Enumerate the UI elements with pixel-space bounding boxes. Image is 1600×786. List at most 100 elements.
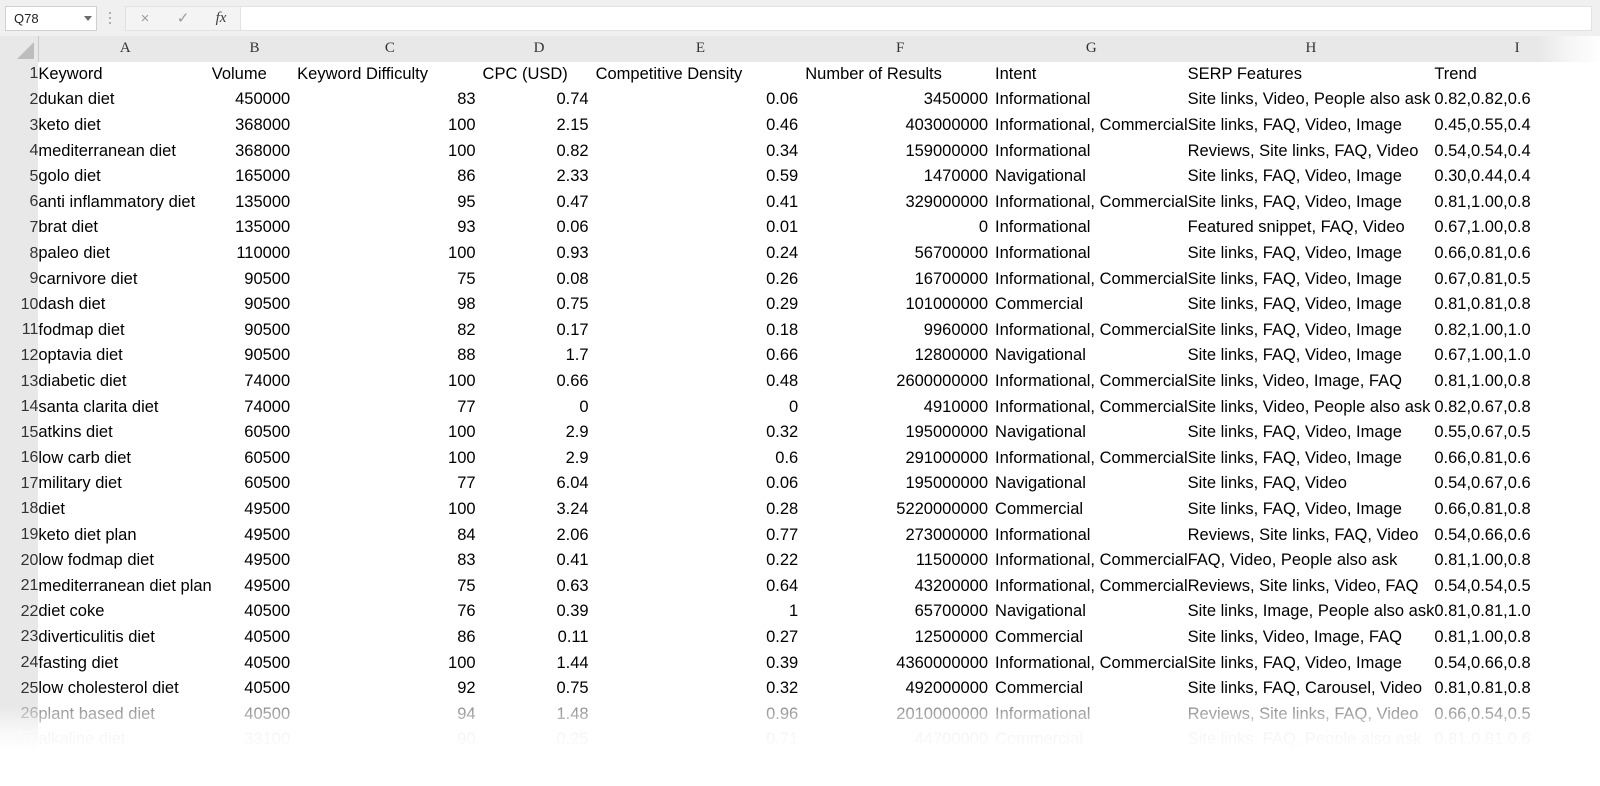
grid-cell[interactable]: 90500: [211, 266, 298, 292]
grid-cell[interactable]: 0.22: [595, 547, 806, 574]
name-box[interactable]: Q78: [5, 5, 97, 31]
grid-cell[interactable]: 0.82,0.67,0.8: [1434, 394, 1600, 420]
grid-cell[interactable]: 0.81,1.00,0.8: [1434, 547, 1600, 574]
grid-cell[interactable]: Informational, Commercial: [995, 317, 1188, 344]
grid-cell[interactable]: 92: [297, 675, 483, 702]
grid-cell[interactable]: 95: [297, 189, 483, 216]
grid-cell[interactable]: Informational: [995, 240, 1188, 267]
grid-cell[interactable]: 0.81,0.81,0.8: [1434, 675, 1600, 702]
grid-cell[interactable]: 0.54,0.66,0.6: [1434, 522, 1600, 548]
grid-cell[interactable]: Navigational: [995, 471, 1188, 497]
column-header-c[interactable]: C: [297, 36, 483, 62]
insert-function-button[interactable]: fx: [202, 7, 240, 30]
grid-cell[interactable]: 273000000: [805, 522, 996, 548]
grid-cell[interactable]: 74000: [211, 368, 298, 395]
grid-cell[interactable]: 43200000: [805, 573, 996, 600]
grid-cell[interactable]: 86: [297, 624, 483, 651]
grid-cell[interactable]: 90500: [211, 291, 298, 318]
grid-cell[interactable]: 4910000: [805, 394, 996, 420]
grid-cell[interactable]: 83: [297, 87, 483, 113]
grid-cell[interactable]: 76: [297, 599, 483, 625]
column-title-cell[interactable]: Intent: [995, 61, 1188, 88]
grid-cell[interactable]: 0.6: [595, 445, 806, 472]
grid-cell[interactable]: 0.48: [595, 368, 806, 395]
row-header-17[interactable]: 17: [0, 471, 39, 497]
grid-cell[interactable]: Site links, FAQ, Carousel, Video: [1187, 675, 1435, 702]
row-header-6[interactable]: 6: [0, 189, 39, 216]
grid-cell[interactable]: 77: [297, 394, 483, 420]
grid-cell[interactable]: mediterranean diet: [38, 138, 212, 164]
grid-cell[interactable]: 0.96: [595, 701, 806, 728]
grid-cell[interactable]: 11500000: [805, 547, 996, 574]
grid-cell[interactable]: Site links, Video, People also ask: [1187, 394, 1435, 420]
grid-cell[interactable]: 100: [297, 650, 483, 676]
column-header-b[interactable]: B: [211, 36, 298, 62]
grid-cell[interactable]: low carb diet: [38, 445, 212, 472]
grid-cell[interactable]: Commercial: [995, 496, 1188, 523]
grid-cell[interactable]: brat diet: [38, 215, 212, 241]
grid-cell[interactable]: 0.01: [595, 215, 806, 241]
grid-cell[interactable]: Navigational: [995, 343, 1188, 369]
grid-cell[interactable]: atkins diet: [38, 419, 212, 446]
confirm-edit-button[interactable]: ✓: [164, 7, 202, 30]
grid-cell[interactable]: 0.81,0.81,0.8: [1434, 291, 1600, 318]
grid-cell[interactable]: 12800000: [805, 343, 996, 369]
grid-cell[interactable]: 100: [297, 112, 483, 139]
grid-cell[interactable]: Informational, Commercial: [995, 368, 1188, 395]
grid-cell[interactable]: 33100: [211, 727, 298, 753]
grid-cell[interactable]: 40500: [211, 675, 298, 702]
row-header-16[interactable]: 16: [0, 445, 39, 472]
grid-cell[interactable]: FAQ, Video, People also ask: [1187, 547, 1435, 574]
grid-cell[interactable]: 165000: [211, 163, 298, 190]
row-header-19[interactable]: 19: [0, 522, 39, 548]
grid-cell[interactable]: Site links, FAQ, Video, Image: [1187, 266, 1435, 292]
grid-cell[interactable]: keto diet plan: [38, 522, 212, 548]
grid-cell[interactable]: 0.81,1.00,0.8: [1434, 624, 1600, 651]
column-header-f[interactable]: F: [805, 36, 996, 62]
grid-cell[interactable]: Navigational: [995, 419, 1188, 446]
grid-cell[interactable]: 291000000: [805, 445, 996, 472]
grid-cell[interactable]: 2.9: [482, 445, 596, 472]
grid-cell[interactable]: Site links, Video, Image, FAQ: [1187, 624, 1435, 651]
grid-cell[interactable]: diabetic diet: [38, 368, 212, 395]
grid-cell[interactable]: Site links, FAQ, Video, Image: [1187, 496, 1435, 523]
grid-cell[interactable]: 0.75: [482, 291, 596, 318]
grid-cell[interactable]: Site links, FAQ, Video, Image: [1187, 445, 1435, 472]
grid-cell[interactable]: 0.28: [595, 496, 806, 523]
grid-cell[interactable]: Informational: [995, 87, 1188, 113]
grid-cell[interactable]: 368000: [211, 112, 298, 139]
grid-cell[interactable]: 44700000: [805, 727, 996, 753]
column-title-cell[interactable]: Number of Results: [805, 61, 996, 88]
grid-cell[interactable]: 0.18: [595, 317, 806, 344]
grid-cell[interactable]: 0.82: [482, 138, 596, 164]
grid-cell[interactable]: Informational, Commercial: [995, 650, 1188, 676]
row-header-22[interactable]: 22: [0, 599, 39, 625]
grid-cell[interactable]: 0.81,0.81,1.0: [1434, 599, 1600, 625]
grid-cell[interactable]: Site links, FAQ, Video, Image: [1187, 419, 1435, 446]
grid-cell[interactable]: 49500: [211, 496, 298, 523]
grid-cell[interactable]: 0.25: [482, 727, 596, 753]
grid-cell[interactable]: Site links, Video, Image, FAQ: [1187, 368, 1435, 395]
grid-cell[interactable]: 90: [297, 727, 483, 753]
grid-cell[interactable]: 0.54,0.54,0.4: [1434, 138, 1600, 164]
grid-cell[interactable]: Site links, Image, People also ask: [1187, 599, 1435, 625]
grid-cell[interactable]: 0.47: [482, 189, 596, 216]
grid-cell[interactable]: carnivore diet: [38, 266, 212, 292]
grid-cell[interactable]: 492000000: [805, 675, 996, 702]
grid-cell[interactable]: 60500: [211, 471, 298, 497]
grid-cell[interactable]: 84: [297, 522, 483, 548]
grid-cell[interactable]: Informational, Commercial: [995, 266, 1188, 292]
row-header-10[interactable]: 10: [0, 291, 39, 318]
grid-cell[interactable]: 100: [297, 240, 483, 267]
grid-cell[interactable]: Site links, FAQ, Video, Image: [1187, 163, 1435, 190]
grid-cell[interactable]: 403000000: [805, 112, 996, 139]
column-header-a[interactable]: A: [38, 36, 212, 62]
grid-cell[interactable]: 3.24: [482, 496, 596, 523]
grid-cell[interactable]: 1: [595, 599, 806, 625]
grid-cell[interactable]: 0: [595, 394, 806, 420]
grid-cell[interactable]: 75: [297, 573, 483, 600]
grid-cell[interactable]: 49500: [211, 547, 298, 574]
row-header-21[interactable]: 21: [0, 573, 39, 600]
grid-cell[interactable]: 94: [297, 701, 483, 728]
grid-cell[interactable]: 0.74: [482, 87, 596, 113]
